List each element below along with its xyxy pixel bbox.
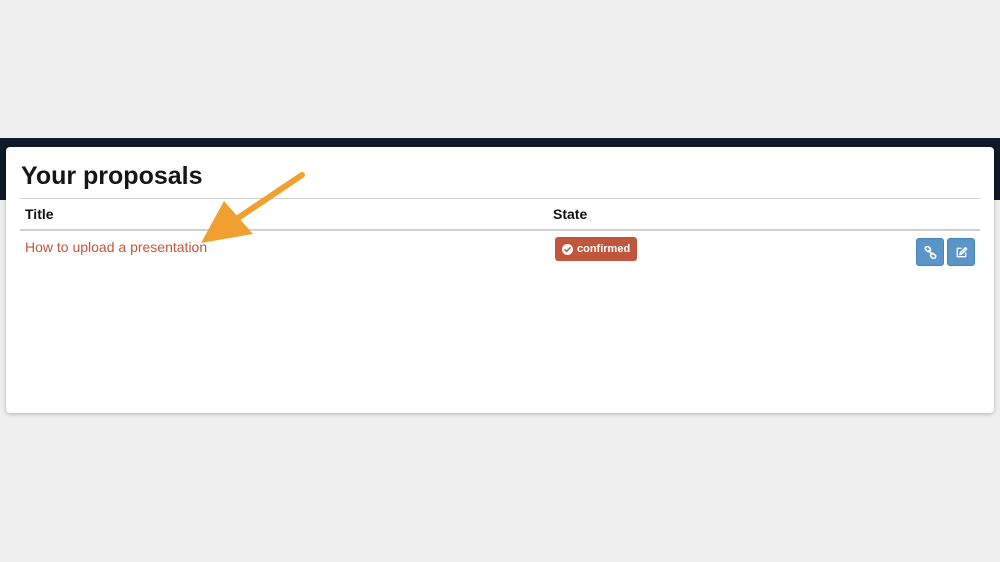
column-header-state: State [553,206,588,222]
column-header-title: Title [25,206,54,222]
table-row: How to upload a presentation confirmed [20,231,980,269]
link-button[interactable] [916,238,944,266]
page-title: Your proposals [21,162,203,190]
status-badge: confirmed [555,237,638,261]
table-header: Title State [20,198,980,231]
proposals-table: Title State How to upload a presentation… [20,198,980,269]
proposals-card: Your proposals Title State How to upload… [6,147,994,413]
link-icon [924,245,936,259]
edit-icon [956,246,967,257]
check-circle-icon [562,243,573,255]
edit-button[interactable] [947,238,975,266]
proposal-title-link[interactable]: How to upload a presentation [25,239,207,255]
status-badge-label: confirmed [577,243,631,255]
page: Your proposals Title State How to upload… [0,0,1000,562]
